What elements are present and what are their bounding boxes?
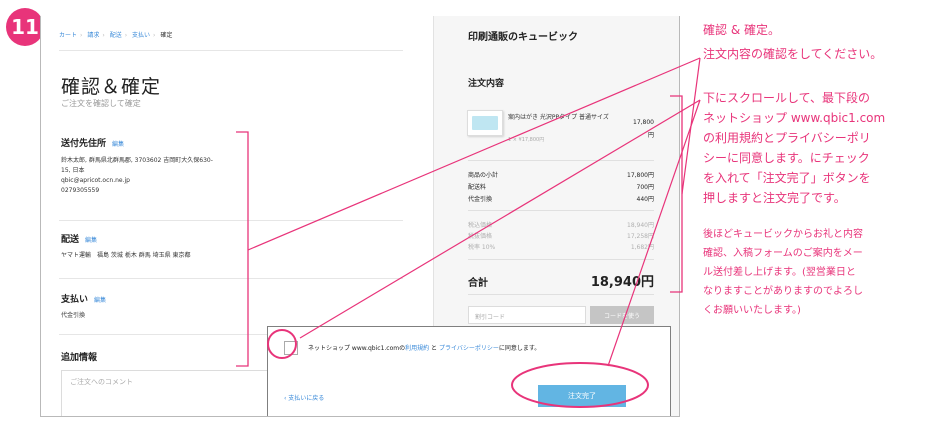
order-summary-title: 注文内容 (468, 79, 505, 89)
leader-line (681, 57, 701, 195)
apply-coupon-button[interactable]: コードを使う (590, 306, 654, 324)
delivery-heading: 配送 編集 (61, 235, 98, 245)
order-total-value: 18,940円 (590, 275, 654, 290)
checkout-screenshot: カート › 請求 › 配送 › 支払い › 確定 確認＆確定 ご注文を確認して確定 送付… (40, 16, 680, 417)
product-name: 案内はがき 光沢PPタイプ 普通サイズ (508, 114, 609, 121)
breadcrumb-shipping[interactable]: 配送 (110, 32, 122, 39)
page-subtitle: ご注文を確認して確定 (61, 99, 141, 108)
cod-fee-row: 代金引換 440円 (468, 196, 654, 203)
divider (468, 294, 654, 295)
additional-info-heading: 追加情報 (61, 353, 98, 363)
tax-excluded-row: 税抜価格 17,258円 (468, 233, 654, 240)
coupon-code-input[interactable]: 割引コード (468, 306, 586, 324)
shipping-address: 鈴木太郎, 群馬県北群馬郡, 3703602 吉岡町大久保630- 15, 日本… (61, 157, 213, 194)
note-followup: 後ほどキュービックからお礼と内容 確認、入稿フォームのご案内をメー ル送付差し上… (703, 229, 863, 316)
shipping-address-heading: 送付先住所 編集 (61, 139, 125, 149)
edit-shipping-link[interactable]: 編集 (112, 141, 124, 148)
agreement-callout: ネットショップ www.qbic1.comの利用規約 と プライバシーポリシーに… (267, 326, 671, 416)
terms-link[interactable]: 利用規約 (405, 345, 429, 352)
order-total: 合計 18,940円 (468, 271, 654, 290)
divider (468, 259, 654, 260)
product-thumbnail (467, 110, 503, 136)
product-quantity-price: 1 × ¥17,800円 (508, 137, 545, 143)
shop-name: 印刷通販のキュービック (468, 32, 578, 43)
product-price: 17,800 円 (633, 119, 654, 139)
edit-delivery-link[interactable]: 編集 (85, 237, 97, 244)
delivery-method: ヤマト運輸 福島 茨城 栃木 群馬 埼玉県 東京都 (61, 252, 191, 259)
divider (468, 210, 654, 211)
note-confirm: 確認 & 確定。 注文内容の確認をしてください。 (703, 23, 883, 61)
complete-order-button[interactable]: 注文完了 (538, 385, 626, 407)
divider (468, 160, 654, 161)
breadcrumb: カート › 請求 › 配送 › 支払い › 確定 (59, 32, 173, 39)
agreement-checkbox[interactable] (284, 341, 298, 355)
page-title: 確認＆確定 (61, 76, 162, 98)
subtotal-row: 商品の小計 17,800円 (468, 172, 654, 179)
breadcrumb-cart[interactable]: カート (59, 32, 77, 39)
breadcrumb-confirm: 確定 (160, 32, 173, 39)
divider (59, 50, 403, 51)
agreement-text: ネットショップ www.qbic1.comの利用規約 と プライバシーポリシーに… (308, 345, 541, 352)
divider (59, 220, 403, 221)
tax-included-row: 税込価格 18,940円 (468, 222, 654, 229)
breadcrumb-payment[interactable]: 支払い (132, 32, 150, 39)
breadcrumb-billing[interactable]: 請求 (87, 32, 99, 39)
tax-rate-row: 税率 10% 1,682円 (468, 244, 654, 251)
payment-method: 代金引換 (61, 312, 86, 319)
payment-heading: 支払い 編集 (61, 295, 107, 305)
divider (59, 278, 403, 279)
step-number-badge: 11 (6, 8, 44, 46)
edit-payment-link[interactable]: 編集 (94, 297, 106, 304)
back-to-payment-link[interactable]: ‹ 支払いに戻る (284, 393, 324, 402)
note-agreement: 下にスクロールして、最下段の ネットショップ www.qbic1.com の利用… (703, 91, 886, 205)
shipping-fee-row: 配送料 700円 (468, 184, 654, 191)
privacy-policy-link[interactable]: プライバシーポリシー (439, 345, 499, 352)
